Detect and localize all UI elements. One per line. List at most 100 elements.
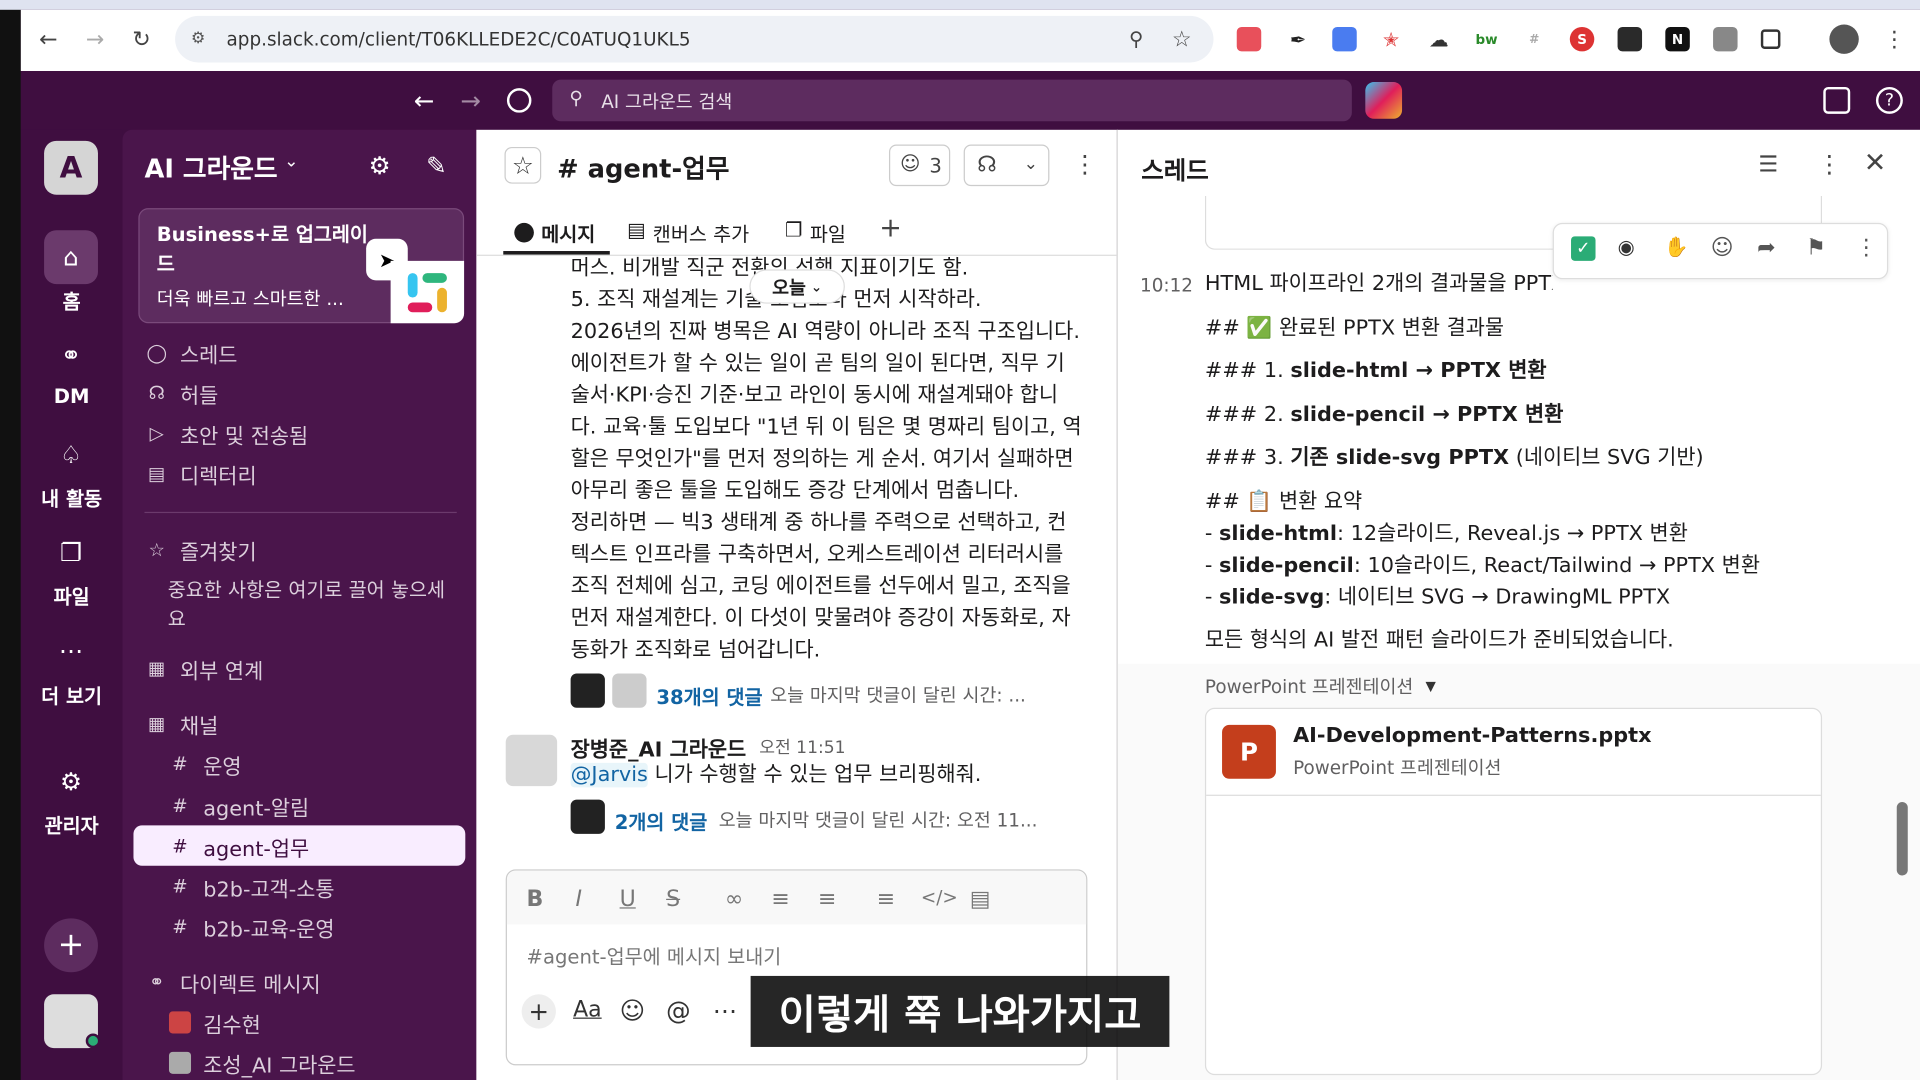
files-icon[interactable]: ❐ [44, 525, 98, 579]
bold-icon[interactable]: B [527, 887, 544, 913]
strikethrough-icon[interactable]: S [666, 887, 680, 913]
bookmark-icon[interactable]: ⚑ [1806, 235, 1826, 261]
add-reaction-icon[interactable]: ☺ [1711, 235, 1734, 261]
underline-icon[interactable]: U [620, 887, 636, 913]
translate-extension-icon[interactable] [1332, 26, 1357, 52]
add-tab-icon[interactable]: + [879, 213, 902, 244]
tab-files[interactable]: ❐ 파일 [785, 218, 846, 247]
raised-hands-reaction-icon[interactable]: ✋ [1664, 235, 1688, 258]
tab-messages[interactable]: 메시지 [514, 218, 595, 247]
home-icon[interactable]: ⌂ [44, 230, 98, 285]
rail-label-admin[interactable]: 관리자 [21, 809, 123, 838]
new-huddle-icon[interactable] [1823, 86, 1851, 114]
mention-icon[interactable]: @ [666, 996, 690, 1025]
bw-extension-icon[interactable]: bw [1474, 27, 1498, 51]
more-actions-icon[interactable]: ⋯ [713, 996, 737, 1025]
sidebar-channel-b2b-edu[interactable]: # b2b-교육-운영 [169, 910, 334, 944]
sidebar-channel-agent-alerts[interactable]: # agent-알림 [169, 789, 309, 823]
mention[interactable]: @Jarvis [570, 762, 648, 788]
tag-extension-icon[interactable]: # [1522, 27, 1546, 51]
thread-replies-link[interactable]: 2개의 댓글 [615, 806, 708, 835]
extension-1-icon[interactable] [1236, 26, 1262, 52]
channel-title[interactable]: # agent-업무 [557, 149, 729, 186]
share-icon[interactable]: ➦ [1757, 235, 1775, 261]
s-extension-icon[interactable]: S [1569, 26, 1595, 52]
favorites-header[interactable]: ☆ 즐겨찾기 [146, 533, 256, 567]
author-avatar[interactable] [505, 734, 558, 787]
members-button[interactable]: ☺ 3 [888, 144, 951, 187]
huddle-button[interactable]: ☊ ⌄ [963, 144, 1050, 187]
rail-label-more[interactable]: 더 보기 [21, 680, 123, 709]
add-workspace-icon[interactable]: + [44, 918, 98, 973]
compose-icon[interactable]: ✎ [426, 151, 447, 180]
close-icon[interactable]: ✕ [1864, 148, 1887, 179]
ordered-list-icon[interactable]: ≡ [771, 887, 789, 913]
check-reaction-icon[interactable]: ✓ [1571, 236, 1596, 261]
message-time[interactable]: 오전 11:51 [759, 735, 845, 759]
sidebar-item-directory[interactable]: ▤ 디렉터리 [146, 457, 257, 491]
code-block-icon[interactable]: ▤ [970, 887, 991, 913]
site-info-icon[interactable]: ⚙ [191, 29, 205, 47]
sidebar-channel-agent-work[interactable]: # agent-업무 [169, 829, 309, 863]
history-forward-icon[interactable]: → [460, 86, 481, 115]
rail-label-files[interactable]: 파일 [21, 580, 123, 609]
channels-header[interactable]: ▦ 채널 [146, 707, 218, 741]
code-icon[interactable]: </> [921, 887, 958, 909]
sidebar-item-drafts[interactable]: ▷ 초안 및 전송됨 [146, 416, 308, 450]
sidebar-dm-1[interactable]: 김수현 [168, 1005, 261, 1039]
composer-input[interactable]: #agent-업무에 메시지 보내기 [527, 940, 782, 969]
history-icon[interactable] [506, 88, 532, 113]
extension-pen-icon[interactable]: ✒ [1286, 27, 1310, 51]
profile-avatar[interactable] [1829, 24, 1859, 54]
emoji-icon[interactable]: ☺ [620, 996, 646, 1025]
bell-icon[interactable]: ♤ [44, 427, 98, 481]
dm-icon[interactable]: ⚭ [44, 328, 98, 382]
sidebar-dm-2[interactable]: 조성_AI 그라운드 [168, 1046, 356, 1080]
text-format-icon[interactable]: Aa [573, 997, 602, 1023]
gear-icon[interactable]: ⚙ [44, 754, 98, 808]
rail-label-dm[interactable]: DM [21, 384, 123, 407]
browser-menu-icon[interactable]: ⋮ [1883, 27, 1905, 53]
ai-assistant-icon[interactable] [1365, 82, 1403, 119]
file-name[interactable]: AI-Development-Patterns.pptx [1293, 724, 1651, 748]
cloud-extension-icon[interactable]: ☁ [1427, 27, 1451, 51]
more-icon[interactable]: ⋯ [44, 623, 98, 677]
forward-icon[interactable]: → [86, 27, 104, 53]
date-pill[interactable]: 오늘 ⌄ [749, 269, 845, 304]
dm-header[interactable]: ⚭ 다이렉트 메시지 [146, 965, 321, 999]
sidebar-item-huddles[interactable]: ☊ 허들 [146, 376, 219, 410]
zoom-icon[interactable]: ⚲ [1129, 27, 1143, 50]
bullet-list-icon[interactable]: ≡ [818, 887, 836, 913]
thread-settings-icon[interactable]: ☰ [1758, 152, 1778, 178]
sidebar-item-threads[interactable]: ◯ 스레드 [146, 336, 237, 370]
extension-3-icon[interactable]: ✭ [1379, 27, 1403, 51]
rail-label-home[interactable]: 홈 [21, 285, 123, 314]
search-input[interactable]: ⚲ AI 그라운드 검색 [552, 79, 1352, 122]
workspace-name[interactable]: AI 그라운드 [144, 149, 277, 186]
attach-plus-icon[interactable]: + [521, 994, 556, 1029]
more-icon[interactable]: ⋮ [1855, 235, 1877, 261]
italic-icon[interactable]: I [576, 887, 583, 913]
thread-scrollbar[interactable] [1896, 802, 1908, 876]
star-channel-icon[interactable]: ☆ [504, 146, 542, 184]
bookmark-star-icon[interactable]: ☆ [1172, 27, 1192, 53]
notion-extension-icon[interactable]: N [1665, 26, 1690, 52]
reply-time[interactable]: 10:12 [1140, 274, 1193, 296]
eyes-reaction-icon[interactable]: ◉ [1618, 235, 1635, 258]
rail-label-activity[interactable]: 내 활동 [21, 482, 123, 511]
sidebar-channel-b2b-customer[interactable]: # b2b-고객-소통 [169, 869, 334, 903]
sidebar-channel-ops[interactable]: # 운영 [169, 747, 241, 781]
thread-replies-link[interactable]: 38개의 댓글 [656, 681, 762, 710]
workspace-avatar[interactable]: A [44, 140, 98, 195]
sidebar-item-external[interactable]: ▦ 외부 연계 [146, 651, 263, 685]
extensions-puzzle-icon[interactable] [1760, 29, 1781, 49]
camera-extension-icon[interactable] [1713, 26, 1738, 52]
attachment-label[interactable]: PowerPoint 프레젠테이션 ▼ [1205, 673, 1436, 699]
reload-icon[interactable]: ↻ [132, 27, 150, 53]
blockquote-icon[interactable]: ≡ [877, 887, 895, 913]
history-back-icon[interactable]: ← [414, 86, 435, 115]
help-icon[interactable]: ? [1875, 86, 1903, 114]
thread-menu-icon[interactable]: ⋮ [1817, 149, 1841, 178]
link-icon[interactable]: ∞ [725, 887, 743, 913]
tab-canvas[interactable]: ▤ 캔버스 추가 [627, 218, 749, 247]
